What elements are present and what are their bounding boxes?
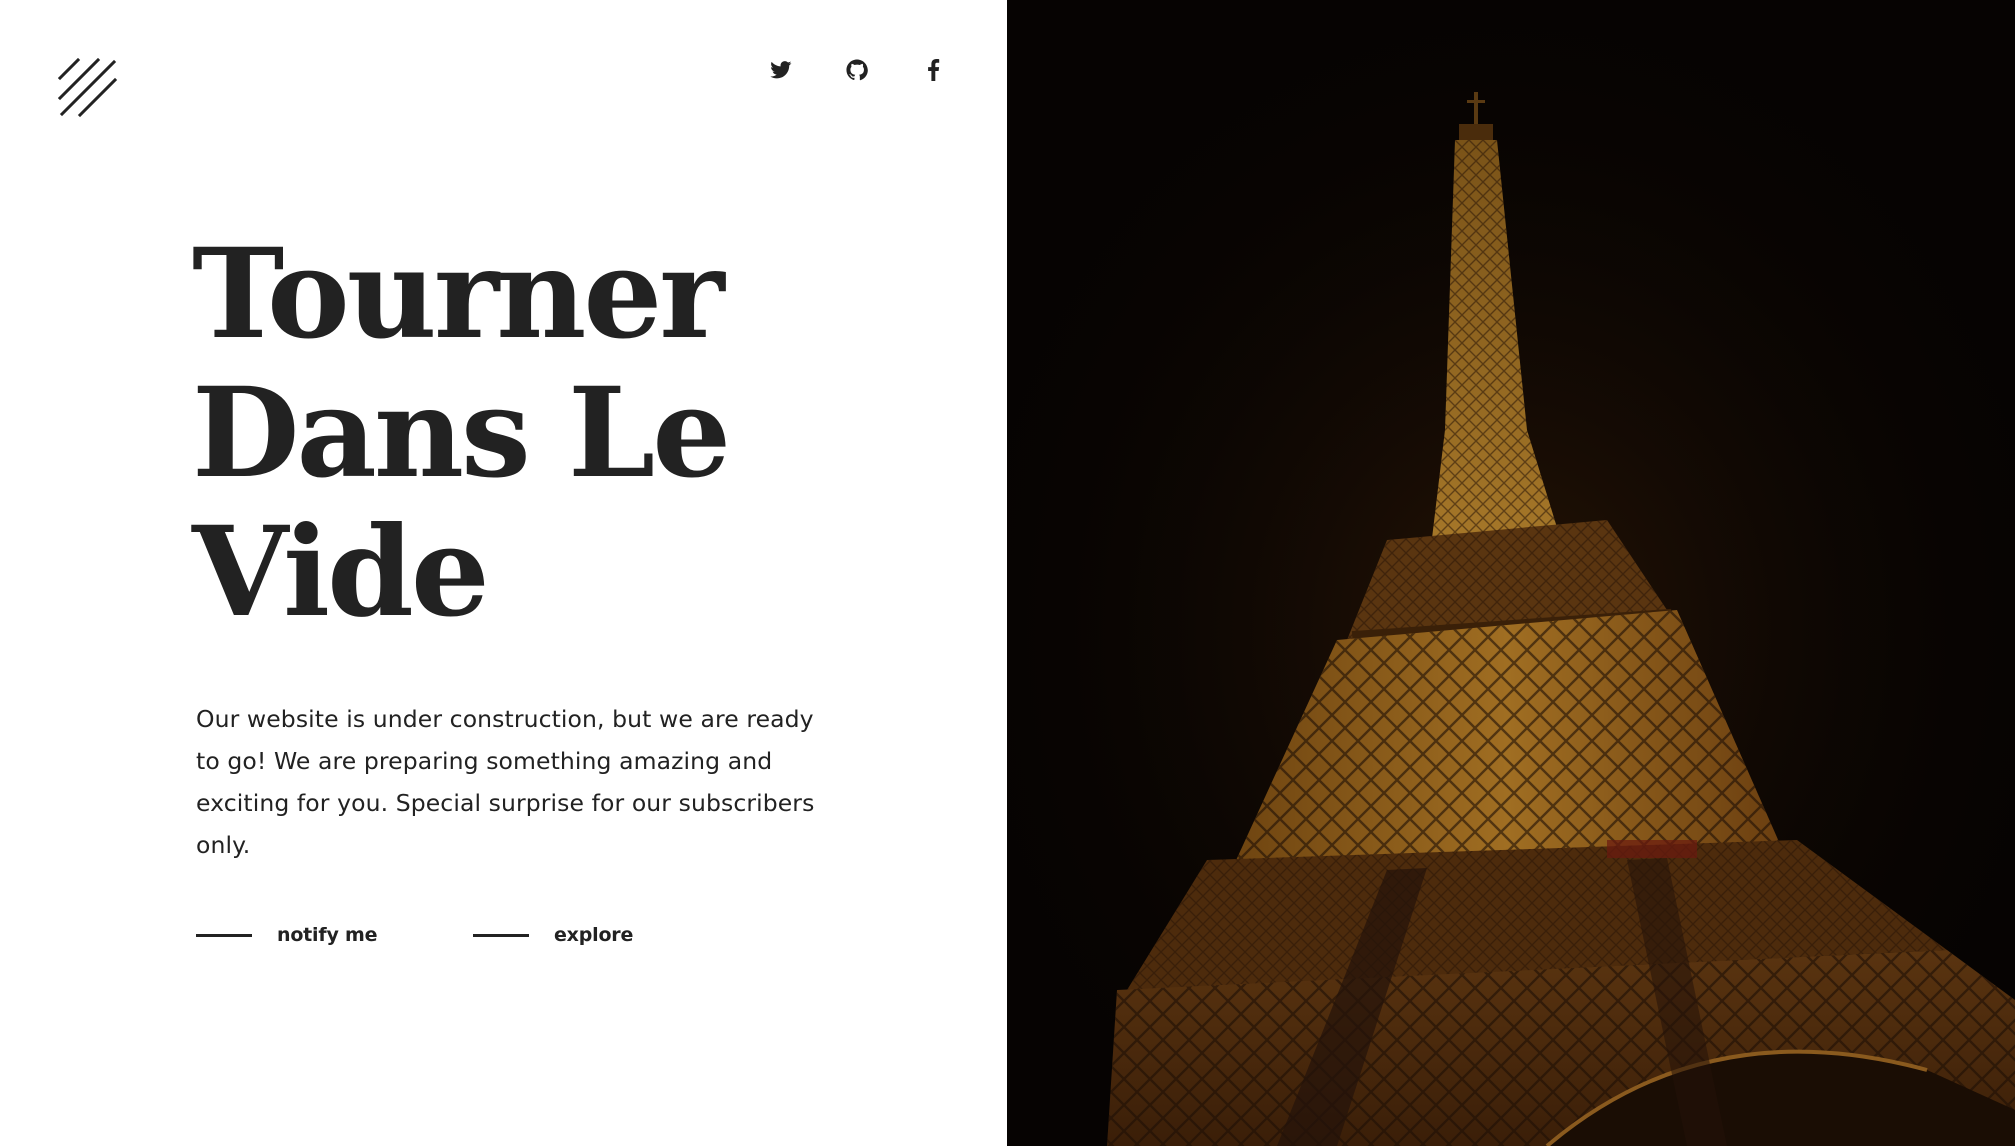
eiffel-tower-image: [1007, 0, 2015, 1146]
twitter-icon[interactable]: [767, 56, 795, 84]
notify-me-button[interactable]: notify me: [196, 924, 473, 946]
explore-label: explore: [554, 924, 634, 946]
notify-me-label: notify me: [277, 924, 378, 946]
page-title: Tourner Dans Le Vide: [192, 222, 731, 645]
explore-line-decoration: [473, 933, 529, 937]
content-pane: Tourner Dans Le Vide Our website is unde…: [0, 0, 1007, 1146]
action-links: notify me explore: [196, 924, 633, 946]
facebook-icon[interactable]: [919, 56, 947, 84]
title-line-3: Vide: [192, 500, 490, 645]
github-icon[interactable]: [843, 56, 871, 84]
diagonal-lines-logo-icon[interactable]: [58, 58, 118, 118]
title-line-2: Dans Le: [192, 361, 731, 506]
title-line-1: Tourner: [192, 222, 725, 367]
social-links: [767, 56, 947, 84]
explore-button[interactable]: explore: [473, 924, 633, 946]
description-text: Our website is under construction, but w…: [196, 705, 815, 859]
notify-line-decoration: [196, 933, 252, 937]
